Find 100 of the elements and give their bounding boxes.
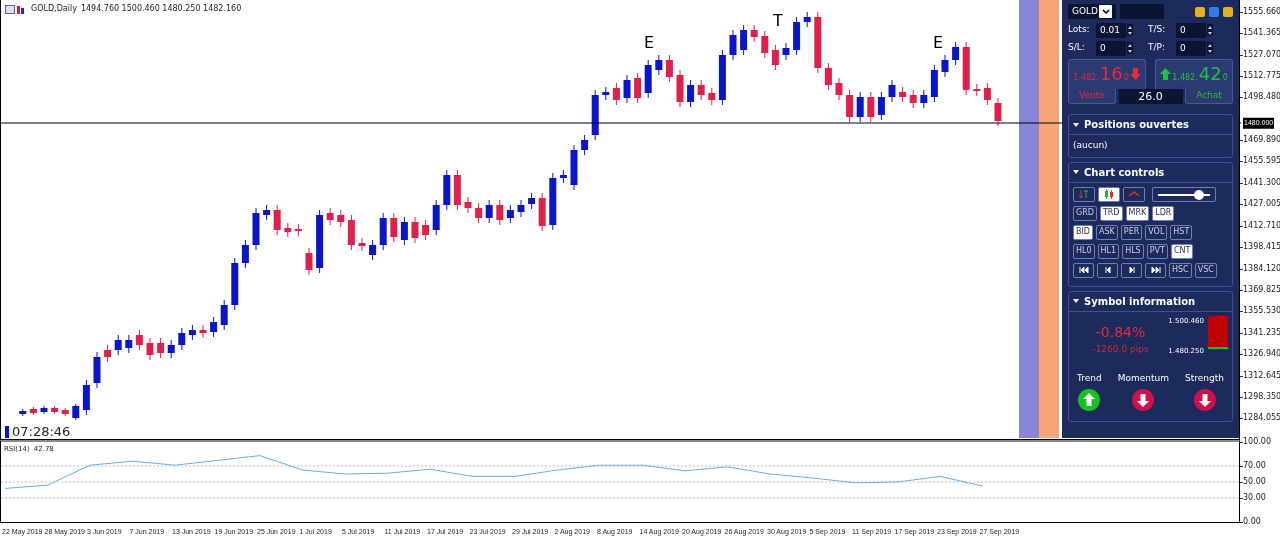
candle	[750, 24, 758, 43]
candle	[61, 407, 69, 417]
spinner-icon[interactable]	[1207, 24, 1213, 36]
input-field[interactable]: 0	[1176, 40, 1206, 56]
candles-icon	[1103, 189, 1115, 199]
chart-control-button[interactable]: HL0	[1073, 243, 1095, 259]
candle	[19, 408, 27, 417]
candle	[549, 172, 557, 231]
zoom-slider[interactable]	[1152, 186, 1216, 202]
candle	[369, 239, 377, 261]
slider-thumb[interactable]	[1193, 189, 1204, 200]
chart-control-button[interactable]: PVT	[1146, 243, 1168, 259]
candle	[952, 41, 960, 66]
arrow-down-circle-icon	[1132, 388, 1155, 411]
candle	[803, 11, 811, 28]
chart-control-button[interactable]: MRK	[1125, 205, 1150, 221]
candle	[358, 237, 366, 252]
candle	[316, 209, 324, 274]
candle	[920, 89, 928, 109]
candle	[422, 219, 430, 241]
candle	[135, 329, 143, 351]
chart-control-button[interactable]	[1145, 262, 1166, 278]
input-field[interactable]: 0	[1096, 40, 1126, 56]
pattern-label: E	[643, 33, 655, 52]
arrow-up-circle-icon	[1078, 388, 1101, 411]
candle	[559, 169, 567, 184]
axis-label: 1512.775	[1243, 70, 1280, 82]
chart-control-button[interactable]: CNT	[1170, 243, 1194, 259]
candle	[856, 91, 864, 123]
candle	[581, 134, 589, 156]
input-field[interactable]: 0.01	[1096, 22, 1126, 38]
collapse-arrow-icon[interactable]	[1073, 121, 1079, 128]
indicator-label: Strength	[1185, 372, 1224, 385]
candle	[464, 196, 472, 214]
chart-control-button[interactable]: LDR	[1152, 205, 1175, 221]
indicator-label: Trend	[1077, 372, 1102, 385]
chart-control-button[interactable]: TRD	[1099, 205, 1123, 221]
candle	[93, 351, 101, 389]
pattern-label: T	[773, 11, 783, 30]
copy-icon[interactable]	[1195, 6, 1205, 17]
axis-label: 1441.300	[1243, 177, 1280, 189]
buy-price-button[interactable]: 1,482.42 0	[1155, 59, 1233, 89]
chart-control-button[interactable]	[1121, 262, 1142, 278]
candle	[941, 54, 949, 78]
chart-control-button[interactable]: VOL	[1145, 224, 1168, 240]
collapse-arrow-icon[interactable]	[1073, 298, 1079, 304]
candle	[538, 192, 546, 232]
settings-icon[interactable]	[1209, 6, 1219, 17]
candle	[114, 334, 122, 356]
candle	[475, 202, 483, 224]
axis-label: 1398.415	[1243, 241, 1280, 253]
candle	[496, 199, 504, 226]
chart-control-button[interactable]: BID	[1073, 224, 1093, 240]
chart-control-button[interactable]: VSC	[1194, 262, 1217, 278]
candle	[867, 91, 875, 123]
candle	[51, 405, 59, 415]
candle	[793, 16, 801, 56]
grid-icon[interactable]	[1223, 6, 1233, 17]
candle	[199, 324, 207, 339]
axis-label: 1555.660	[1243, 6, 1280, 18]
candle	[210, 316, 218, 338]
chart-mode-button[interactable]	[1098, 186, 1120, 202]
spinner-icon[interactable]	[1127, 24, 1133, 36]
chart-control-button[interactable]: ASK	[1096, 224, 1118, 240]
chart-control-button[interactable]: GRD	[1073, 205, 1097, 221]
candle	[125, 334, 133, 354]
section-title: Symbol information	[1084, 294, 1196, 309]
chart-control-button[interactable]	[1097, 262, 1118, 278]
spinner-icon[interactable]	[1127, 42, 1133, 54]
axis-label: 1469.890	[1243, 134, 1280, 146]
input-field[interactable]: 0	[1176, 22, 1206, 38]
chart-control-button[interactable]: HSC	[1169, 262, 1192, 278]
candle	[602, 86, 610, 101]
candle	[432, 199, 440, 236]
candle	[718, 49, 726, 106]
spinner-icon[interactable]	[1207, 42, 1213, 54]
chart-control-button[interactable]: HLS	[1122, 243, 1144, 259]
candle	[390, 212, 398, 243]
section-title: Chart controls	[1084, 165, 1165, 180]
candle	[72, 403, 80, 421]
symbol-select[interactable]: GOLD	[1068, 4, 1116, 19]
chart-control-button[interactable]: HST	[1170, 224, 1193, 240]
collapse-arrow-icon[interactable]	[1073, 169, 1079, 175]
candle	[252, 207, 260, 251]
axis-label: 1455.595	[1243, 155, 1280, 167]
dropdown-button[interactable]	[1099, 5, 1112, 18]
candle	[846, 89, 854, 123]
input-field[interactable]	[1120, 4, 1164, 19]
candle	[824, 62, 832, 91]
chart-control-button[interactable]: PER	[1120, 224, 1143, 240]
chart-control-button[interactable]	[1073, 262, 1094, 278]
arrows-up-down-icon	[1078, 189, 1090, 199]
buy-button[interactable]: Achat	[1185, 89, 1233, 104]
chart-control-button[interactable]: HL1	[1097, 243, 1120, 259]
candle	[655, 54, 663, 76]
field-label: Lots:	[1068, 23, 1091, 37]
axis-label: 1312.645	[1243, 370, 1280, 382]
axis-label: 1384.120	[1243, 263, 1280, 275]
axis-label: 50.00	[1243, 476, 1266, 488]
axis-label: 0.00	[1243, 516, 1261, 528]
